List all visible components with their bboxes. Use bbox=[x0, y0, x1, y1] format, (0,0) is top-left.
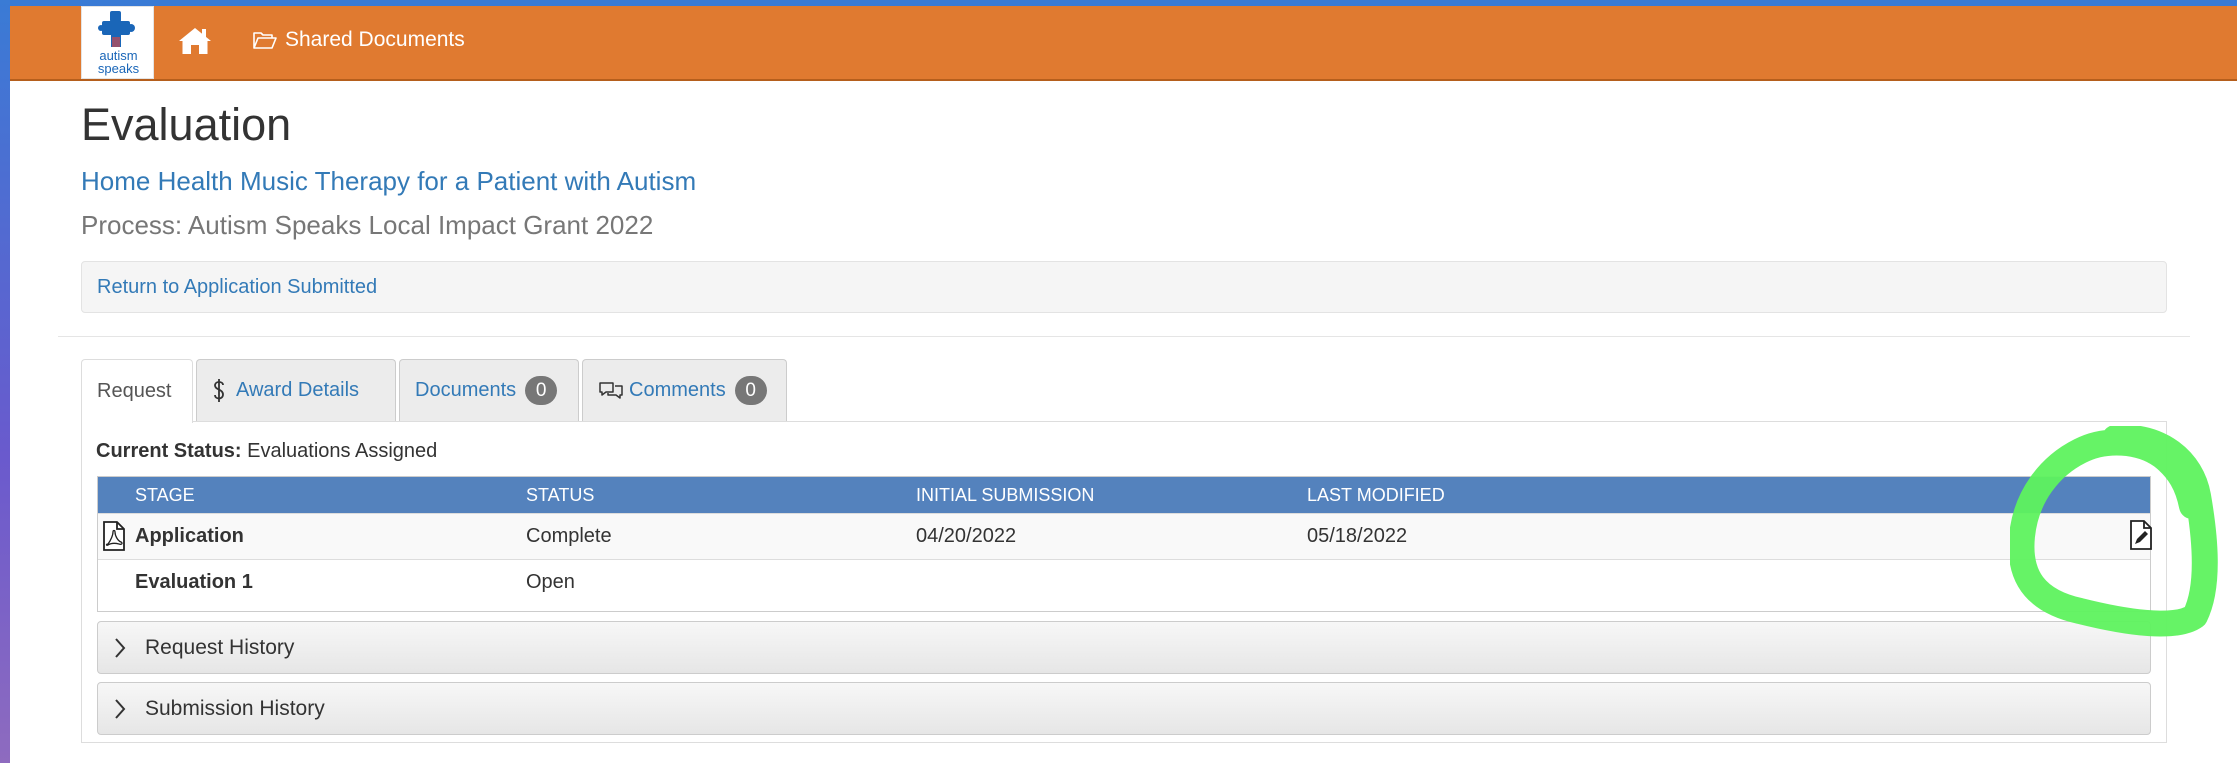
table-header: STAGE STATUS INITIAL SUBMISSION LAST MOD… bbox=[98, 477, 2150, 513]
logo-text-line2: speaks bbox=[97, 61, 140, 76]
table-row: Application Complete 04/20/2022 05/18/20… bbox=[98, 513, 2153, 559]
puzzle-piece-icon bbox=[98, 11, 135, 47]
tab-award-details[interactable]: Award Details bbox=[196, 359, 396, 421]
current-status: Current Status: Evaluations Assigned bbox=[96, 440, 437, 463]
tab-documents[interactable]: Documents 0 bbox=[399, 359, 579, 421]
current-status-label: Current Status: bbox=[96, 440, 242, 462]
tab-request[interactable]: Request bbox=[81, 359, 193, 423]
browser-viewport: autism speaks Shared Documents Evaluatio… bbox=[10, 6, 2237, 763]
comments-icon bbox=[599, 381, 623, 399]
chevron-right-icon bbox=[115, 638, 126, 658]
initial-submission-date: 04/20/2022 bbox=[916, 525, 1017, 547]
page-title: Evaluation bbox=[81, 99, 292, 150]
shared-documents-link[interactable]: Shared Documents bbox=[253, 28, 465, 52]
process-name: Process: Autism Speaks Local Impact Gran… bbox=[81, 210, 654, 240]
project-title-link[interactable]: Home Health Music Therapy for a Patient … bbox=[81, 166, 696, 197]
return-link-panel: Return to Application Submitted bbox=[81, 261, 2167, 313]
return-to-application-link[interactable]: Return to Application Submitted bbox=[97, 276, 377, 299]
stage-name: Evaluation 1 bbox=[135, 571, 253, 593]
autism-speaks-logo[interactable]: autism speaks bbox=[81, 6, 154, 79]
last-modified-date: 05/18/2022 bbox=[1307, 525, 1408, 547]
stage-status: Open bbox=[526, 571, 575, 593]
table-row: Evaluation 1 Open bbox=[98, 559, 2150, 605]
column-header-last-modified: LAST MODIFIED bbox=[1307, 485, 1445, 505]
edit-document-icon[interactable] bbox=[2129, 520, 2153, 550]
column-header-stage: STAGE bbox=[135, 485, 195, 505]
top-navbar: autism speaks Shared Documents bbox=[10, 6, 2237, 81]
stages-table: STAGE STATUS INITIAL SUBMISSION LAST MOD… bbox=[97, 476, 2153, 612]
tab-comments-label: Comments bbox=[629, 379, 726, 401]
comments-count-badge: 0 bbox=[734, 376, 767, 405]
request-history-accordion[interactable]: Request History bbox=[97, 621, 2151, 674]
request-history-label: Request History bbox=[145, 636, 295, 659]
folder-open-icon bbox=[253, 32, 277, 49]
tab-documents-label: Documents bbox=[415, 379, 517, 401]
tab-request-label: Request bbox=[97, 380, 172, 402]
pdf-icon[interactable] bbox=[102, 521, 126, 551]
home-icon[interactable] bbox=[178, 26, 212, 56]
column-header-status: STATUS bbox=[526, 485, 595, 505]
tab-comments[interactable]: Comments 0 bbox=[582, 359, 787, 421]
stage-status: Complete bbox=[526, 525, 612, 547]
submission-history-label: Submission History bbox=[145, 697, 325, 720]
divider bbox=[58, 336, 2190, 337]
current-status-value: Evaluations Assigned bbox=[247, 440, 438, 462]
stage-name: Application bbox=[135, 525, 244, 547]
column-header-initial-submission: INITIAL SUBMISSION bbox=[916, 485, 1095, 505]
shared-documents-label: Shared Documents bbox=[285, 28, 465, 51]
dollar-icon bbox=[214, 378, 224, 402]
tab-award-details-label: Award Details bbox=[236, 379, 360, 401]
submission-history-accordion[interactable]: Submission History bbox=[97, 682, 2151, 735]
documents-count-badge: 0 bbox=[525, 376, 558, 405]
chevron-right-icon bbox=[115, 699, 126, 719]
